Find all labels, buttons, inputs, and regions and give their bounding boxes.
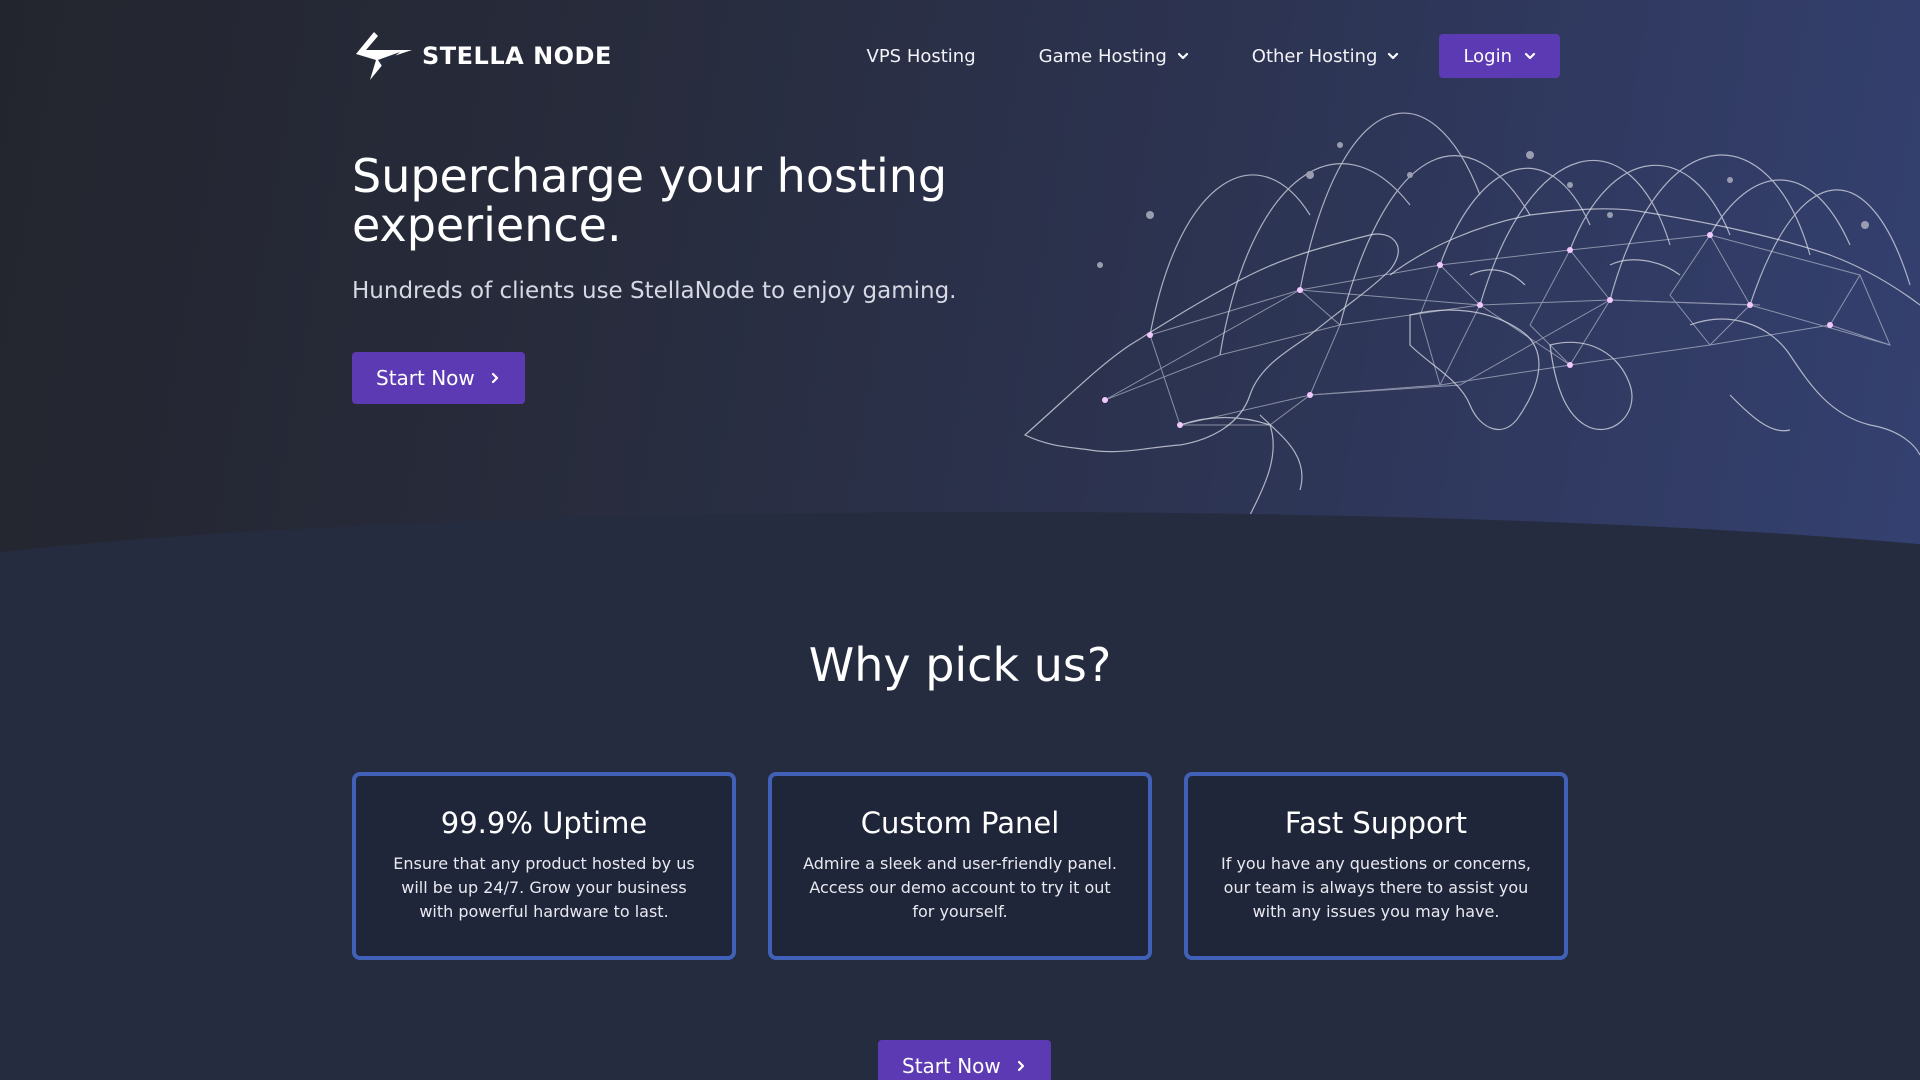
feature-card-body: Ensure that any product hosted by us wil… xyxy=(393,854,695,921)
hero-subtitle: Hundreds of clients use StellaNode to en… xyxy=(352,278,957,304)
hero-text: Supercharge your hosting experience. Hun… xyxy=(352,149,1052,305)
nav-vps-hosting-label: VPS Hosting xyxy=(866,45,976,67)
brand-name: STELLA NODE xyxy=(422,42,612,70)
page: STELLA NODE VPS Hosting Game Hosting Oth… xyxy=(0,0,1920,1080)
nav-other-hosting[interactable]: Other Hosting xyxy=(1252,46,1400,67)
feature-card-uptime: 99.9% Uptime Ensure that any product hos… xyxy=(352,772,736,960)
feature-card-title: Custom Panel xyxy=(860,806,1060,840)
bottom-start-now-button[interactable]: Start Now xyxy=(878,1040,1051,1080)
feature-card-body: If you have any questions or concerns, o… xyxy=(1221,854,1531,921)
feature-card-support: Fast Support If you have any questions o… xyxy=(1184,772,1568,960)
chevron-right-icon xyxy=(491,372,498,384)
nav-game-hosting-label: Game Hosting xyxy=(1038,45,1167,67)
feature-card-body: Admire a sleek and user-friendly panel. … xyxy=(803,854,1117,921)
nav-game-hosting[interactable]: Game Hosting xyxy=(1039,46,1189,67)
bottom-start-now-label: Start Now xyxy=(902,1054,1001,1078)
hero-section: STELLA NODE VPS Hosting Game Hosting Oth… xyxy=(0,0,1920,560)
feature-cards: 99.9% Uptime Ensure that any product hos… xyxy=(352,772,1568,960)
hero-title: Supercharge your hosting experience. xyxy=(352,149,948,252)
chevron-down-icon xyxy=(1388,52,1399,60)
hero-start-now-label: Start Now xyxy=(376,366,475,390)
feature-card-panel: Custom Panel Admire a sleek and user-fri… xyxy=(768,772,1152,960)
top-navigation: STELLA NODE VPS Hosting Game Hosting Oth… xyxy=(352,30,1560,82)
nav-other-hosting-label: Other Hosting xyxy=(1251,45,1378,67)
chevron-down-icon xyxy=(1524,52,1536,60)
login-button-label: Login xyxy=(1463,45,1512,67)
chevron-down-icon xyxy=(1177,52,1188,60)
feature-card-title: 99.9% Uptime xyxy=(440,806,648,840)
login-button[interactable]: Login xyxy=(1439,34,1560,78)
nav-vps-hosting[interactable]: VPS Hosting xyxy=(867,46,976,67)
nav-links: VPS Hosting Game Hosting Other Hosting L… xyxy=(867,34,1560,78)
world-globe-graphic xyxy=(1023,112,1920,555)
stella-star-logo-icon xyxy=(356,32,412,80)
feature-card-title: Fast Support xyxy=(1284,806,1468,840)
chevron-right-icon xyxy=(1017,1060,1024,1072)
why-section-title: Why pick us? xyxy=(808,638,1112,692)
hero-start-now-button[interactable]: Start Now xyxy=(352,352,525,404)
brand[interactable]: STELLA NODE xyxy=(352,30,612,82)
